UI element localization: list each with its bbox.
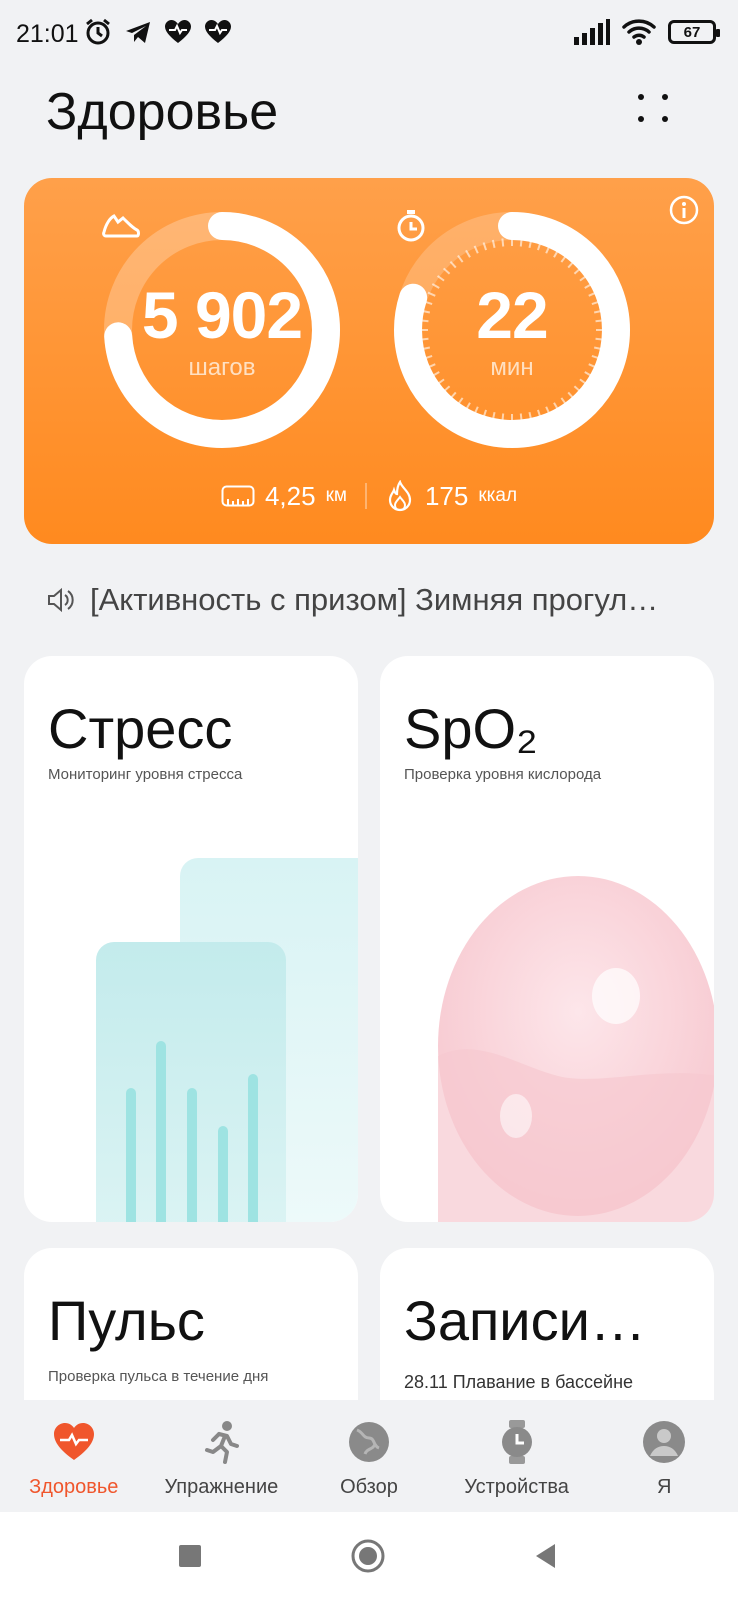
globe-icon bbox=[348, 1422, 389, 1462]
notification-icons bbox=[84, 18, 232, 46]
tab-health[interactable]: Здоровье bbox=[0, 1400, 148, 1512]
steps-value: 5 902 bbox=[141, 278, 303, 352]
pulse-title: Пульс bbox=[48, 1289, 205, 1352]
records-subtitle: 28.11 Плавание в бассейне bbox=[404, 1372, 634, 1392]
records-title: Записи… bbox=[404, 1289, 646, 1352]
status-time: 21:01 bbox=[16, 20, 79, 48]
bottom-tab-bar: Здоровье Упражнение Обзор Устройства Я bbox=[0, 1400, 738, 1512]
tab-devices-label: Устройства bbox=[464, 1476, 569, 1498]
info-icon[interactable] bbox=[668, 194, 700, 226]
watch-icon bbox=[501, 1420, 532, 1464]
heart-icon bbox=[53, 1423, 94, 1460]
stress-card[interactable]: Стресс Мониторинг уровня стресса bbox=[24, 656, 358, 1222]
activity-stats-row: 4,25 км 175 ккал bbox=[24, 480, 714, 512]
oxygen-drop-illustration bbox=[438, 876, 714, 1222]
stats-divider bbox=[364, 483, 367, 509]
shoe-icon bbox=[102, 214, 140, 238]
running-icon bbox=[205, 1421, 240, 1464]
tab-health-label: Здоровье bbox=[29, 1476, 119, 1498]
stopwatch-icon bbox=[397, 210, 425, 242]
calories-value: 175 bbox=[424, 480, 469, 511]
back-button[interactable] bbox=[528, 1538, 564, 1574]
page-title: Здоровье bbox=[46, 83, 279, 141]
home-button[interactable] bbox=[350, 1538, 386, 1574]
flame-icon bbox=[388, 480, 412, 512]
heart-pulse-icon-2 bbox=[205, 20, 231, 43]
tab-devices[interactable]: Устройства bbox=[443, 1400, 591, 1512]
status-bar: 21:01 67 bbox=[0, 0, 738, 70]
recents-button[interactable] bbox=[172, 1538, 208, 1574]
stress-illustration bbox=[96, 858, 358, 1222]
distance-unit: км bbox=[325, 485, 347, 506]
calories-unit: ккал bbox=[478, 485, 518, 506]
tab-overview[interactable]: Обзор bbox=[295, 1400, 443, 1512]
telegram-icon bbox=[126, 22, 150, 43]
wifi-icon bbox=[622, 19, 656, 45]
signal-icon bbox=[574, 19, 610, 45]
tab-me-label: Я bbox=[656, 1476, 672, 1498]
minutes-unit: мин bbox=[490, 354, 534, 381]
heart-pulse-icon bbox=[165, 20, 191, 43]
minutes-value: 22 bbox=[476, 278, 548, 352]
calories-stat: 175 ккал bbox=[385, 480, 517, 512]
profile-icon bbox=[643, 1421, 686, 1463]
spo2-card[interactable]: SpO₂ Проверка уровня кислорода bbox=[380, 656, 714, 1222]
minutes-ring[interactable]: 22 мин bbox=[390, 208, 634, 452]
steps-unit: шагов bbox=[188, 354, 256, 381]
tab-exercise-label: Упражнение bbox=[164, 1476, 279, 1498]
battery-indicator: 67 bbox=[668, 20, 720, 44]
tab-overview-label: Обзор bbox=[340, 1476, 398, 1498]
speaker-icon bbox=[48, 587, 74, 613]
promo-banner[interactable]: [Активность с призом] Зимняя прогул… bbox=[46, 580, 706, 620]
tab-exercise[interactable]: Упражнение bbox=[148, 1400, 296, 1512]
steps-ring[interactable]: 5 902 шагов bbox=[100, 208, 344, 452]
more-options-button[interactable] bbox=[634, 90, 674, 130]
ruler-icon bbox=[221, 485, 255, 507]
system-nav-bar bbox=[0, 1512, 738, 1599]
pulse-subtitle: Проверка пульса в течение дня bbox=[48, 1368, 269, 1385]
tab-me[interactable]: Я bbox=[590, 1400, 738, 1512]
distance-value: 4,25 bbox=[264, 480, 316, 511]
distance-stat: 4,25 км bbox=[221, 481, 347, 512]
promo-text: [Активность с призом] Зимняя прогул… bbox=[90, 582, 659, 617]
alarm-icon bbox=[86, 18, 110, 45]
activity-card[interactable]: 5 902 шагов 22 мин 4,25 км 175 ккал bbox=[24, 178, 714, 544]
